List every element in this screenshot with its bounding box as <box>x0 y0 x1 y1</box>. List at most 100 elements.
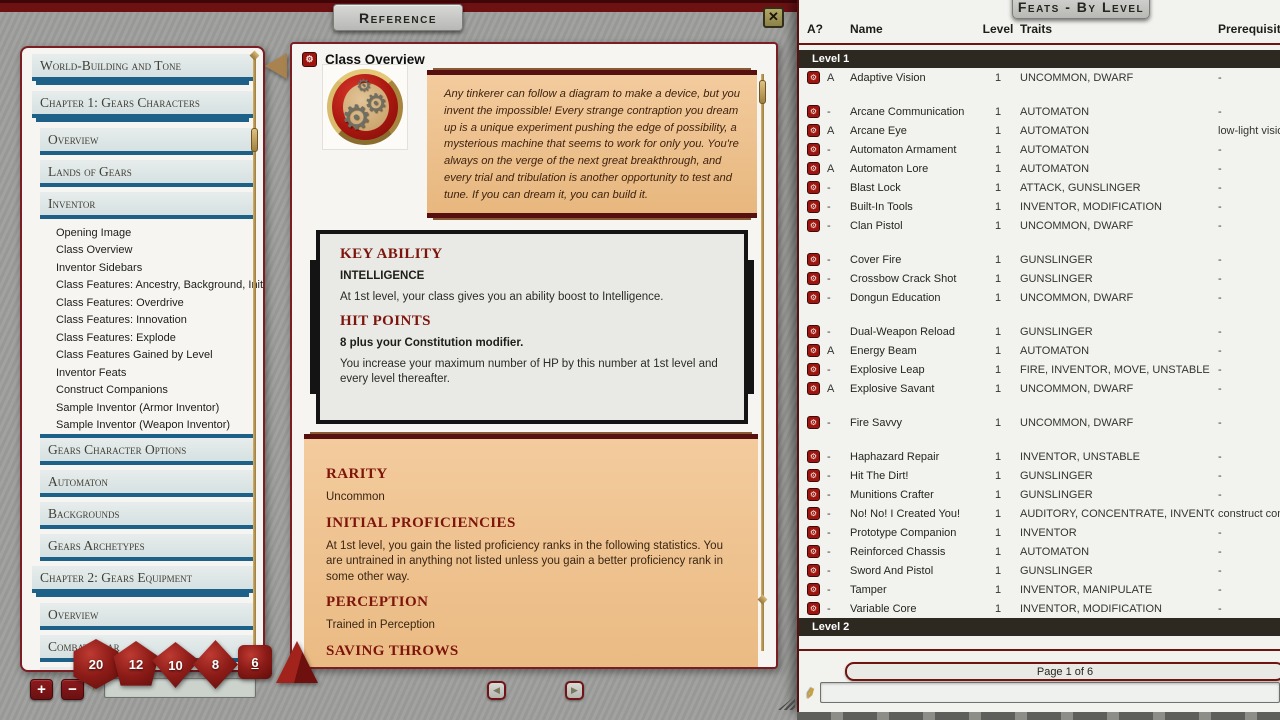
feat-traits: INVENTOR, UNSTABLE <box>1016 451 1214 463</box>
toc-item-class-features-explode[interactable]: Class Features: Explode <box>22 329 263 347</box>
next-page-button[interactable]: ▶ <box>565 681 584 700</box>
feat-row-sword-and-pistol[interactable]: ⚙-Sword And Pistol1GUNSLINGER- <box>799 561 1280 580</box>
a-value: - <box>827 546 850 558</box>
toc-item-world-building-and-tone[interactable]: World-Building and Tone <box>32 54 253 81</box>
feat-row-explosive-leap[interactable]: ⚙-Explosive Leap1FIRE, INVENTOR, MOVE, U… <box>799 360 1280 379</box>
content-scrollbar[interactable] <box>761 74 764 651</box>
feat-row-munitions-crafter[interactable]: ⚙-Munitions Crafter1GUNSLINGER- <box>799 485 1280 504</box>
feat-row-built-in-tools[interactable]: ⚙-Built-In Tools1INVENTOR, MODIFICATION- <box>799 197 1280 216</box>
previous-page-button[interactable]: ◀ <box>487 681 506 700</box>
feat-row-clan-pistol[interactable]: ⚙-Clan Pistol1UNCOMMON, DWARF- <box>799 216 1280 235</box>
feat-level: 1 <box>980 72 1016 84</box>
feats-by-level-panel: Feats - By Level A? Name Level Traits Pr… <box>797 0 1280 712</box>
toc-item-inventor[interactable]: Inventor <box>40 192 253 219</box>
toc-item-chapter-1-gears-characters[interactable]: Chapter 1: Gears Characters <box>32 91 253 118</box>
toc-scrollbar[interactable] <box>253 56 256 660</box>
toc-item-lands-of-gears[interactable]: Lands of Gears <box>40 160 253 187</box>
feat-prerequisites: - <box>1214 326 1280 338</box>
feat-name: Hit The Dirt! <box>850 470 980 482</box>
feat-row-arcane-eye[interactable]: ⚙AArcane Eye1AUTOMATONlow-light vision <box>799 121 1280 140</box>
feat-row-dual-weapon-reload[interactable]: ⚙-Dual-Weapon Reload1GUNSLINGER- <box>799 322 1280 341</box>
feat-row-crossbow-crack-shot[interactable]: ⚙-Crossbow Crack Shot1GUNSLINGER- <box>799 269 1280 288</box>
die-d10-icon[interactable]: 10 <box>152 642 199 688</box>
saving-throws-heading: SAVING THROWS <box>326 643 736 660</box>
feat-name: Explosive Leap <box>850 364 980 376</box>
feats-search-input[interactable] <box>820 682 1280 703</box>
toc-item-opening-image[interactable]: Opening Image <box>22 224 263 242</box>
feat-row-adaptive-vision[interactable]: ⚙AAdaptive Vision1UNCOMMON, DWARF- <box>799 68 1280 87</box>
feat-row-cover-fire[interactable]: ⚙-Cover Fire1GUNSLINGER- <box>799 250 1280 269</box>
rarity-heading: RARITY <box>326 466 736 483</box>
feat-name: Dongun Education <box>850 292 980 304</box>
toc-item-gears-character-options[interactable]: Gears Character Options <box>40 434 253 465</box>
collapse-sidebar-icon[interactable] <box>265 53 287 79</box>
feat-row-automaton-armament[interactable]: ⚙-Automaton Armament1AUTOMATON- <box>799 140 1280 159</box>
feat-traits: UNCOMMON, DWARF <box>1016 383 1214 395</box>
feat-level: 1 <box>980 106 1016 118</box>
feat-traits: INVENTOR, MODIFICATION <box>1016 603 1214 615</box>
content-panel: ⚙ Class Overview ⚙ ⚙ ⚙ Any tinkerer can … <box>290 42 778 669</box>
zoom-in-button[interactable]: + <box>30 679 53 700</box>
toc-item-overview[interactable]: Overview <box>40 603 253 630</box>
feat-row-energy-beam[interactable]: ⚙AEnergy Beam1AUTOMATON- <box>799 341 1280 360</box>
toc-item-class-features-gained-by-level[interactable]: Class Features Gained by Level <box>22 347 263 365</box>
feat-level: 1 <box>980 292 1016 304</box>
feat-row-no-no-i-created-you[interactable]: ⚙-No! No! I Created You!1AUDITORY, CONCE… <box>799 504 1280 523</box>
feat-row-haphazard-repair[interactable]: ⚙-Haphazard Repair1INVENTOR, UNSTABLE- <box>799 447 1280 466</box>
toc-item-automaton[interactable]: Automaton <box>40 470 253 497</box>
toc-item-gears-archetypes[interactable]: Gears Archetypes <box>40 534 253 561</box>
feats-table-body: Level 1⚙AAdaptive Vision1UNCOMMON, DWARF… <box>799 50 1280 681</box>
toc-item-chapter-2-gears-equipment[interactable]: Chapter 2: Gears Equipment <box>32 566 253 593</box>
a-value: - <box>827 527 850 539</box>
feat-level: 1 <box>980 383 1016 395</box>
feat-row-hit-the-dirt[interactable]: ⚙-Hit The Dirt!1GUNSLINGER- <box>799 466 1280 485</box>
page-indicator: Page 1 of 6 <box>845 662 1280 681</box>
feat-row-prototype-companion[interactable]: ⚙-Prototype Companion1INVENTOR- <box>799 523 1280 542</box>
feat-icon: ⚙ <box>807 416 820 429</box>
feat-traits: AUDITORY, CONCENTRATE, INVENTOR <box>1016 508 1214 520</box>
feat-prerequisites: - <box>1214 292 1280 304</box>
die-d8-icon[interactable]: 8 <box>193 640 238 689</box>
feat-row-dongun-education[interactable]: ⚙-Dongun Education1UNCOMMON, DWARF- <box>799 288 1280 307</box>
toc-item-overview[interactable]: Overview <box>40 128 253 155</box>
feat-prerequisites: - <box>1214 417 1280 429</box>
content-scrollbar-thumb[interactable] <box>759 80 766 104</box>
toc-item-sample-inventor-weapon-inventor[interactable]: Sample Inventor (Weapon Inventor) <box>22 417 263 435</box>
toc-item-backgrounds[interactable]: Backgrounds <box>40 502 253 529</box>
feat-row-tamper[interactable]: ⚙-Tamper1INVENTOR, MANIPULATE- <box>799 580 1280 599</box>
toc-item-sample-inventor-armor-inventor[interactable]: Sample Inventor (Armor Inventor) <box>22 399 263 417</box>
toc-scrollbar-thumb[interactable] <box>251 128 258 152</box>
header-divider <box>799 43 1280 45</box>
feat-row-automaton-lore[interactable]: ⚙AAutomaton Lore1AUTOMATON- <box>799 159 1280 178</box>
reference-window-tab[interactable]: Reference <box>333 4 463 31</box>
feats-window-tab[interactable]: Feats - By Level <box>1012 0 1150 19</box>
feat-row-variable-core[interactable]: ⚙-Variable Core1INVENTOR, MODIFICATION- <box>799 599 1280 618</box>
feat-traits: FIRE, INVENTOR, MOVE, UNSTABLE <box>1016 364 1214 376</box>
toc-item-inventor-feats[interactable]: Inventor Feats <box>22 364 263 382</box>
toc-item-construct-companions[interactable]: Construct Companions <box>22 382 263 400</box>
resize-handle[interactable] <box>778 696 795 710</box>
close-icon[interactable]: ✕ <box>763 7 784 28</box>
toc-item-class-features-innovation[interactable]: Class Features: Innovation <box>22 312 263 330</box>
class-details-box: RARITY Uncommon INITIAL PROFICIENCIES At… <box>304 434 758 669</box>
quill-icon: ✒ <box>797 682 821 703</box>
feat-row-arcane-communication[interactable]: ⚙-Arcane Communication1AUTOMATON- <box>799 102 1280 121</box>
a-value: - <box>827 470 850 482</box>
toc-item-class-features-overdrive[interactable]: Class Features: Overdrive <box>22 294 263 312</box>
feat-row-explosive-savant[interactable]: ⚙AExplosive Savant1UNCOMMON, DWARF- <box>799 379 1280 398</box>
feat-prerequisites: - <box>1214 220 1280 232</box>
a-value: - <box>827 182 850 194</box>
toc-item-class-overview[interactable]: Class Overview <box>22 242 263 260</box>
die-d6-icon[interactable]: 6 <box>238 645 272 679</box>
a-value: - <box>827 326 850 338</box>
die-d4-icon[interactable] <box>276 641 318 683</box>
feat-level: 1 <box>980 451 1016 463</box>
a-value: - <box>827 201 850 213</box>
feat-name: Crossbow Crack Shot <box>850 273 980 285</box>
feat-level: 1 <box>980 364 1016 376</box>
toc-item-class-features-ancestry-background-initi[interactable]: Class Features: Ancestry, Background, In… <box>22 277 263 295</box>
feat-row-blast-lock[interactable]: ⚙-Blast Lock1ATTACK, GUNSLINGER- <box>799 178 1280 197</box>
toc-item-inventor-sidebars[interactable]: Inventor Sidebars <box>22 259 263 277</box>
feat-row-reinforced-chassis[interactable]: ⚙-Reinforced Chassis1AUTOMATON- <box>799 542 1280 561</box>
feat-row-fire-savvy[interactable]: ⚙-Fire Savvy1UNCOMMON, DWARF- <box>799 413 1280 432</box>
